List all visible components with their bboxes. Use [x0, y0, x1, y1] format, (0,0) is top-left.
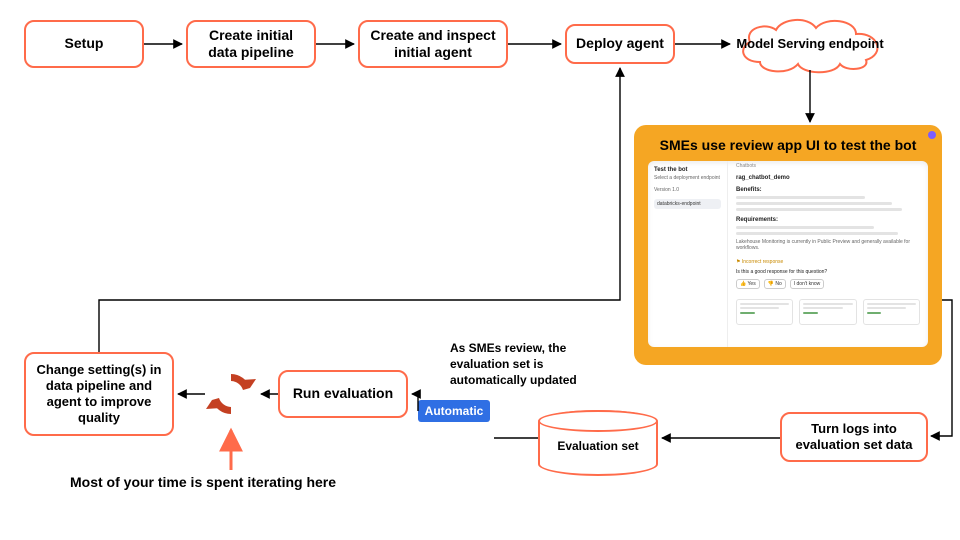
review-app-header: Chatbots	[736, 163, 756, 169]
cycle-icon	[205, 368, 257, 420]
sme-review-app: Test the bot Select a deployment endpoin…	[648, 161, 928, 347]
benefits-heading: Benefits:	[736, 187, 920, 193]
review-card	[736, 299, 793, 325]
review-card	[863, 299, 920, 325]
node-deploy-agent: Deploy agent	[565, 24, 675, 64]
node-turn-logs-label: Turn logs into evaluation set data	[790, 421, 918, 454]
review-warning: ⚑ Incorrect response	[736, 259, 920, 265]
note-sme-review-text: As SMEs review, the evaluation set is au…	[450, 341, 577, 387]
note-sme-review: As SMEs review, the evaluation set is au…	[450, 340, 620, 389]
review-question: Is this a good response for this questio…	[736, 269, 920, 275]
caption-iterating: Most of your time is spent iterating her…	[70, 474, 410, 490]
node-create-pipeline-label: Create initial data pipeline	[196, 27, 306, 62]
sme-review-title: SMEs use review app UI to test the bot	[648, 137, 928, 153]
node-create-pipeline: Create initial data pipeline	[186, 20, 316, 68]
requirements-heading: Requirements:	[736, 217, 920, 223]
review-side-version: Version 1.0	[654, 187, 721, 193]
badge-automatic: Automatic	[418, 400, 490, 422]
caption-iterating-text: Most of your time is spent iterating her…	[70, 474, 336, 490]
node-evaluation-set: Evaluation set	[538, 410, 658, 476]
node-change-settings: Change setting(s) in data pipeline and a…	[24, 352, 174, 436]
review-footnote: Lakehouse Monitoring is currently in Pub…	[736, 239, 920, 251]
btn-yes[interactable]: 👍 Yes	[736, 279, 760, 289]
node-run-evaluation-label: Run evaluation	[293, 385, 393, 403]
review-side-sub: Select a deployment endpoint	[654, 175, 721, 181]
node-evaluation-set-label: Evaluation set	[540, 439, 656, 453]
review-side-tag: databricks-endpoint	[654, 199, 721, 209]
node-create-agent-label: Create and inspect initial agent	[368, 27, 498, 62]
node-model-serving: Model Serving endpoint	[730, 14, 890, 74]
review-side-title: Test the bot	[654, 167, 721, 173]
node-run-evaluation: Run evaluation	[278, 370, 408, 418]
node-model-serving-label: Model Serving endpoint	[736, 36, 883, 51]
review-main-title: rag_chatbot_demo	[736, 175, 920, 181]
node-deploy-agent-label: Deploy agent	[576, 35, 664, 53]
review-card	[799, 299, 856, 325]
btn-no[interactable]: 👎 No	[764, 279, 786, 289]
btn-idk[interactable]: I don't know	[790, 279, 825, 289]
sme-review-panel: SMEs use review app UI to test the bot T…	[634, 125, 942, 365]
node-turn-logs: Turn logs into evaluation set data	[780, 412, 928, 462]
node-setup: Setup	[24, 20, 144, 68]
review-warning-text: Incorrect response	[742, 259, 783, 265]
badge-automatic-label: Automatic	[425, 404, 484, 418]
node-setup-label: Setup	[65, 35, 104, 53]
node-create-agent: Create and inspect initial agent	[358, 20, 508, 68]
node-change-settings-label: Change setting(s) in data pipeline and a…	[34, 362, 164, 427]
